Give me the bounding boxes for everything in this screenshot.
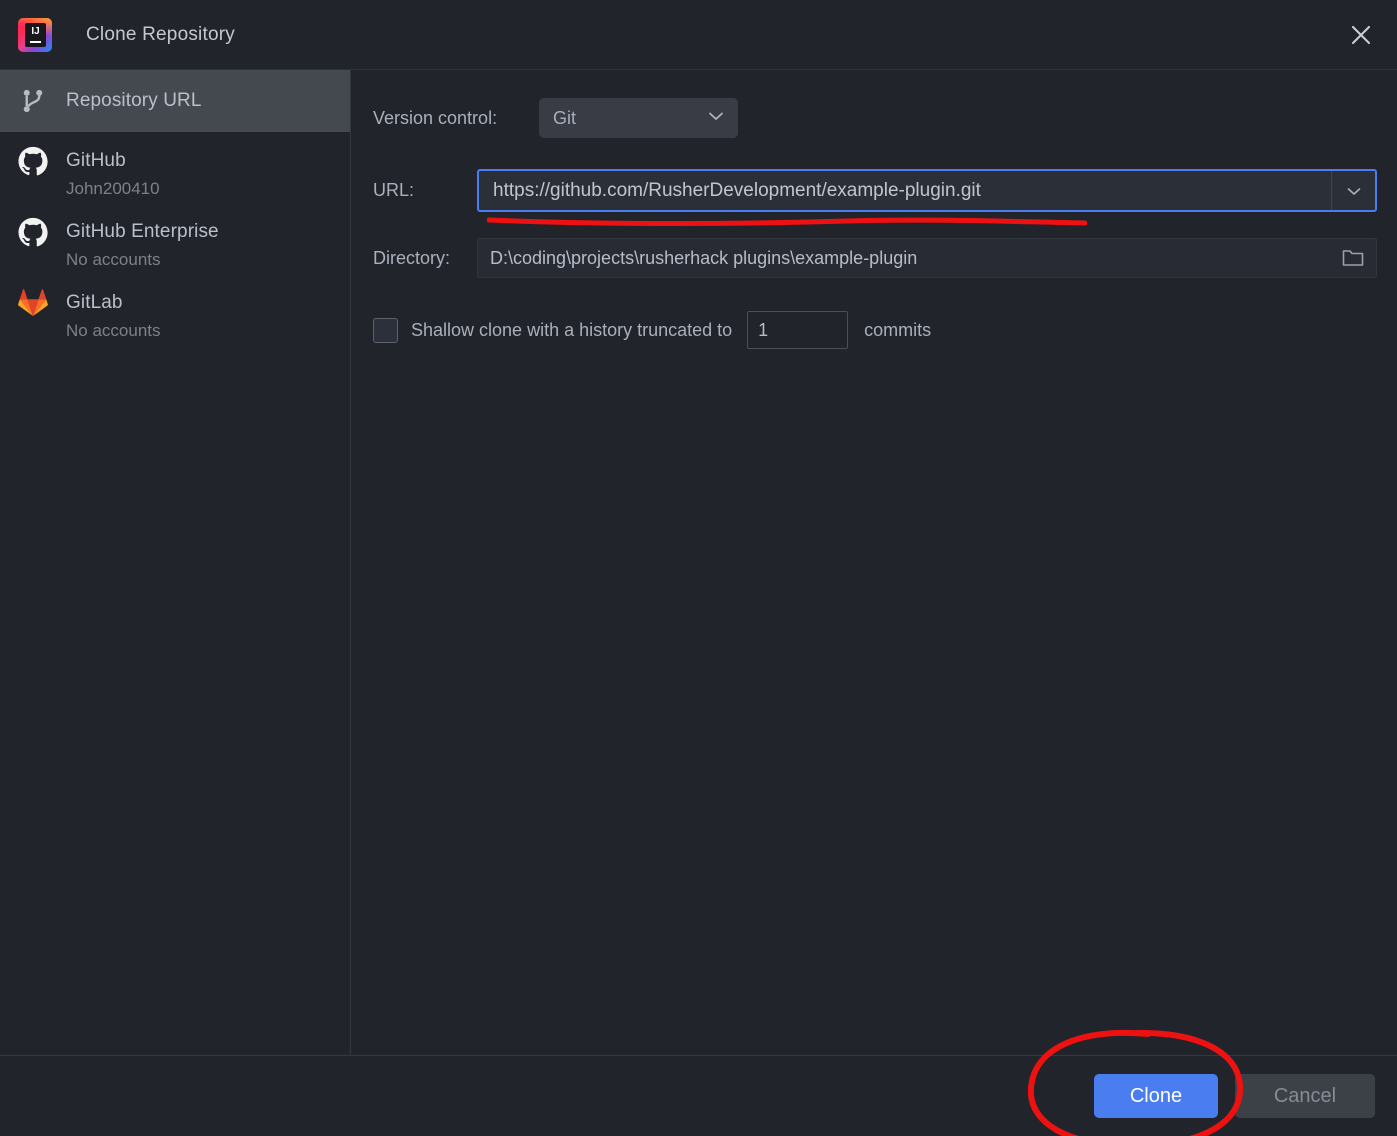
sidebar-item-github-enterprise[interactable]: GitHub Enterprise No accounts: [0, 203, 350, 274]
shallow-clone-label: Shallow clone with a history truncated t…: [411, 319, 733, 340]
sidebar-item-repository-url[interactable]: Repository URL: [0, 70, 350, 132]
sidebar-item-github[interactable]: GitHub John200410: [0, 132, 350, 203]
sidebar-item-label: GitHub Enterprise: [66, 221, 219, 242]
sidebar-item-label: GitHub: [66, 150, 126, 171]
directory-field-wrapper: [477, 238, 1377, 278]
directory-input[interactable]: [478, 247, 1330, 269]
github-icon: [18, 146, 52, 176]
sidebar-item-account: No accounts: [66, 321, 161, 340]
sidebar-item-account: John200410: [66, 179, 160, 198]
dialog-title: Clone Repository: [86, 23, 235, 45]
dialog-body: Repository URL GitHub John200410 GitHub …: [0, 70, 1397, 1056]
intellij-idea-logo-icon: IJ: [18, 17, 52, 52]
sidebar-item-account: No accounts: [66, 250, 161, 269]
cancel-button[interactable]: Cancel: [1235, 1074, 1375, 1118]
directory-row: Directory:: [373, 238, 1377, 278]
version-control-row: Version control: Git: [373, 98, 1377, 138]
clone-button[interactable]: Clone: [1094, 1074, 1218, 1118]
dialog-titlebar: IJ Clone Repository: [0, 0, 1397, 70]
clone-repository-dialog: IJ Clone Repository Repository URL GitHu…: [0, 0, 1397, 1136]
sidebar-item-label: GitLab: [66, 292, 123, 313]
directory-label: Directory:: [373, 247, 451, 268]
version-control-select[interactable]: Git: [539, 98, 738, 138]
git-branch-icon: [18, 86, 52, 116]
sidebar-item-label: Repository URL: [66, 90, 202, 111]
url-field-wrapper: [477, 169, 1377, 226]
url-history-dropdown-button[interactable]: [1331, 171, 1375, 210]
sidebar-item-gitlab[interactable]: GitLab No accounts: [0, 274, 350, 345]
commits-count-input[interactable]: [747, 311, 849, 349]
close-icon[interactable]: [1341, 15, 1381, 55]
main-panel: Version control: Git URL: https://github…: [351, 70, 1397, 1055]
url-row: URL:: [373, 169, 1377, 226]
commits-suffix-label: commits: [864, 319, 932, 340]
annotation-underline: [486, 214, 1381, 226]
url-input[interactable]: [479, 171, 1331, 210]
dialog-footer: Clone Cancel: [0, 1029, 1397, 1136]
chevron-down-icon: [706, 106, 726, 131]
shallow-clone-checkbox[interactable]: [373, 317, 398, 343]
gitlab-icon: [18, 288, 52, 318]
sidebar: Repository URL GitHub John200410 GitHub …: [0, 70, 351, 1055]
folder-icon[interactable]: [1330, 247, 1376, 269]
shallow-clone-row: Shallow clone with a history truncated t…: [373, 311, 1377, 349]
github-icon: [18, 217, 52, 247]
version-control-label: Version control:: [373, 107, 498, 128]
url-label: URL:: [373, 180, 415, 200]
version-control-value: Git: [553, 107, 577, 128]
